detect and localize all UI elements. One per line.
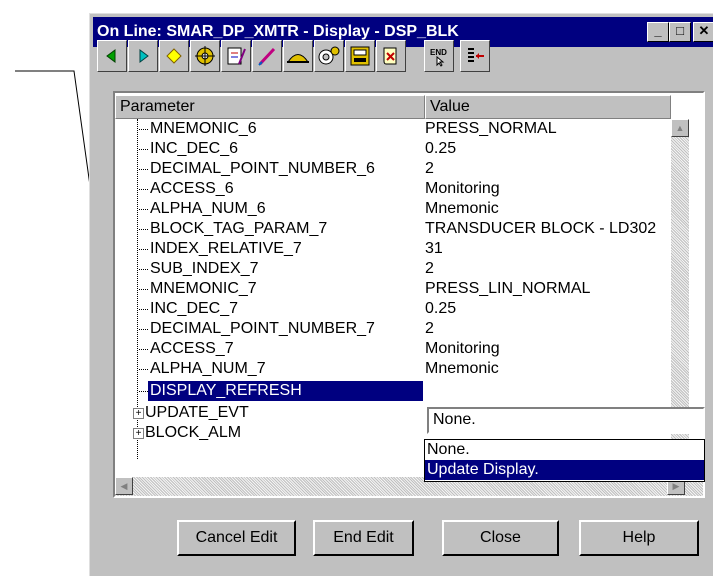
close-button[interactable]: Close [442,520,559,556]
scroll-icon [383,47,397,65]
gear-icon [195,46,215,66]
list-button[interactable] [460,40,490,72]
close-window-button[interactable]: ✕ [693,22,713,42]
scroll-left-arrow-icon[interactable]: ◀ [115,477,133,495]
expand-toggle-icon[interactable]: + [133,428,144,439]
table-row[interactable]: BLOCK_TAG_PARAM_7 TRANSDUCER BLOCK - LD30… [115,219,671,239]
expand-toggle-icon[interactable]: + [133,408,144,419]
cancel-edit-button[interactable]: Cancel Edit [177,520,296,556]
arrow-left-icon [106,49,116,63]
table-row[interactable]: DECIMAL_POINT_NUMBER_7 2 [115,319,671,339]
scroll-up-arrow-icon[interactable]: ▲ [671,119,689,137]
cloud-gear-button[interactable] [314,40,344,72]
pen-icon [258,47,276,66]
table-row[interactable]: INC_DEC_7 0.25 [115,299,671,319]
chart-edit-icon [227,47,246,65]
dropdown-option-update-display[interactable]: Update Display. [425,460,704,480]
table-row[interactable]: ALPHA_NUM_6 Mnemonic [115,199,671,219]
gear-button[interactable] [190,40,220,72]
cloud-gear-icon [318,46,340,65]
maximize-button[interactable]: □ [669,22,691,42]
svg-text:END: END [430,48,447,57]
table-row[interactable]: ALPHA_NUM_7 Mnemonic [115,359,671,379]
minimize-button[interactable]: _ [647,22,669,42]
diamond-button[interactable] [159,40,189,72]
diamond-icon [166,48,182,64]
table-row[interactable]: INDEX_RELATIVE_7 31 [115,239,671,259]
scroll-button[interactable] [376,40,406,72]
table-row-selected[interactable]: DISPLAY_REFRESH [115,381,671,401]
column-header-parameter[interactable]: Parameter [115,95,425,119]
column-header-value[interactable]: Value [425,95,671,119]
list-icon [468,48,484,62]
help-button[interactable]: Help [579,520,699,556]
display-refresh-combo[interactable]: None. [427,407,705,434]
end-button[interactable]: END [424,40,454,72]
table-row[interactable]: DECIMAL_POINT_NUMBER_6 2 [115,159,671,179]
chart-edit-button[interactable] [221,40,251,72]
table-row[interactable]: INC_DEC_6 0.25 [115,139,671,159]
monitor-icon [350,46,370,66]
hat-button[interactable] [283,40,313,72]
table-row[interactable]: SUB_INDEX_7 2 [115,259,671,279]
dropdown-option-none[interactable]: None. [425,440,704,460]
table-row[interactable]: ACCESS_6 Monitoring [115,179,671,199]
table-row[interactable]: MNEMONIC_7 PRESS_LIN_NORMAL [115,279,671,299]
hat-icon [287,54,309,63]
table-row[interactable]: MNEMONIC_6 PRESS_NORMAL [115,119,671,139]
dropdown-list[interactable]: None. Update Display. [424,439,705,482]
arrow-right-icon [139,49,149,63]
end-edit-button[interactable]: End Edit [313,520,414,556]
pen-button[interactable] [252,40,282,72]
monitor-button[interactable] [345,40,375,72]
parameter-grid: Parameter Value MNEMONIC_6 PRESS_NORMAL I… [113,91,705,498]
back-button[interactable] [97,40,127,72]
end-icon: END [430,48,447,67]
forward-button[interactable] [128,40,158,72]
table-row[interactable]: ACCESS_7 Monitoring [115,339,671,359]
